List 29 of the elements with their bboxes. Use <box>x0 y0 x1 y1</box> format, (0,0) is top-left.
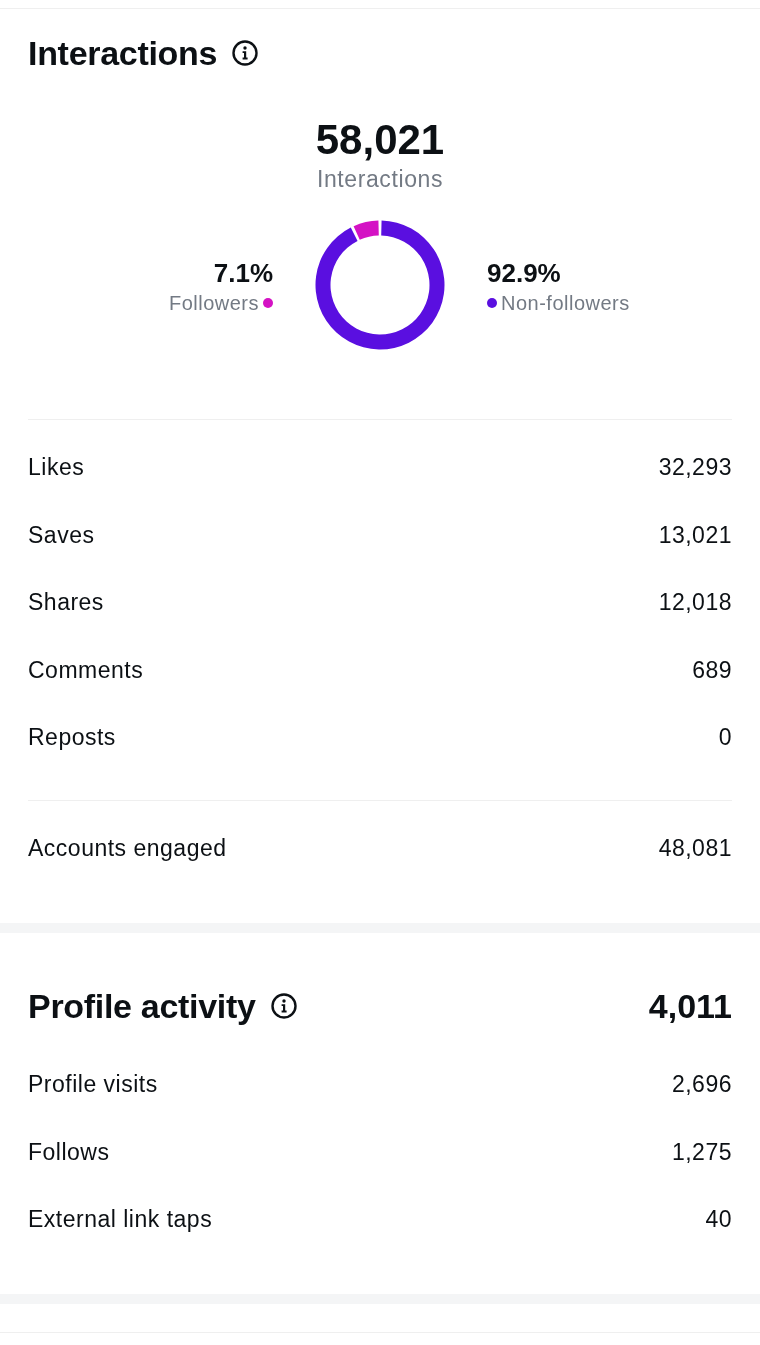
metric-label: Shares <box>28 589 104 617</box>
info-icon[interactable] <box>270 993 297 1019</box>
metric-value: 13,021 <box>658 521 732 549</box>
legend-label: Non-followers <box>501 291 630 315</box>
section-title: Interactions <box>28 34 218 72</box>
total-value: 58,021 <box>314 117 446 163</box>
metric-label: Reposts <box>28 724 116 752</box>
metric-label: Saves <box>28 521 95 549</box>
legend-label: Followers <box>168 291 259 315</box>
metric-value: 689 <box>692 656 732 684</box>
metric-value: 12,018 <box>658 589 732 617</box>
metric-label: Comments <box>28 656 144 684</box>
metric-label: Profile visits <box>28 1071 158 1099</box>
metric-value: 1,275 <box>671 1138 732 1166</box>
metric-label: Accounts engaged <box>28 834 227 862</box>
section-title: Profile activity <box>28 987 256 1025</box>
legend-value: 92.9% <box>487 259 561 287</box>
info-icon[interactable] <box>232 40 259 66</box>
metric-value: 40 <box>705 1206 732 1234</box>
legend-value: 7.1% <box>213 259 273 287</box>
total-value: 4,011 <box>648 987 732 1025</box>
metric-value: 2,696 <box>671 1071 732 1099</box>
metric-label: External link taps <box>28 1206 213 1234</box>
metric-label: Likes <box>28 454 85 482</box>
total-label: Interactions <box>315 166 445 192</box>
metric-value: 48,081 <box>658 834 732 862</box>
metric-value: 0 <box>718 724 732 752</box>
metric-value: 32,293 <box>658 454 732 482</box>
metric-label: Follows <box>28 1138 110 1166</box>
